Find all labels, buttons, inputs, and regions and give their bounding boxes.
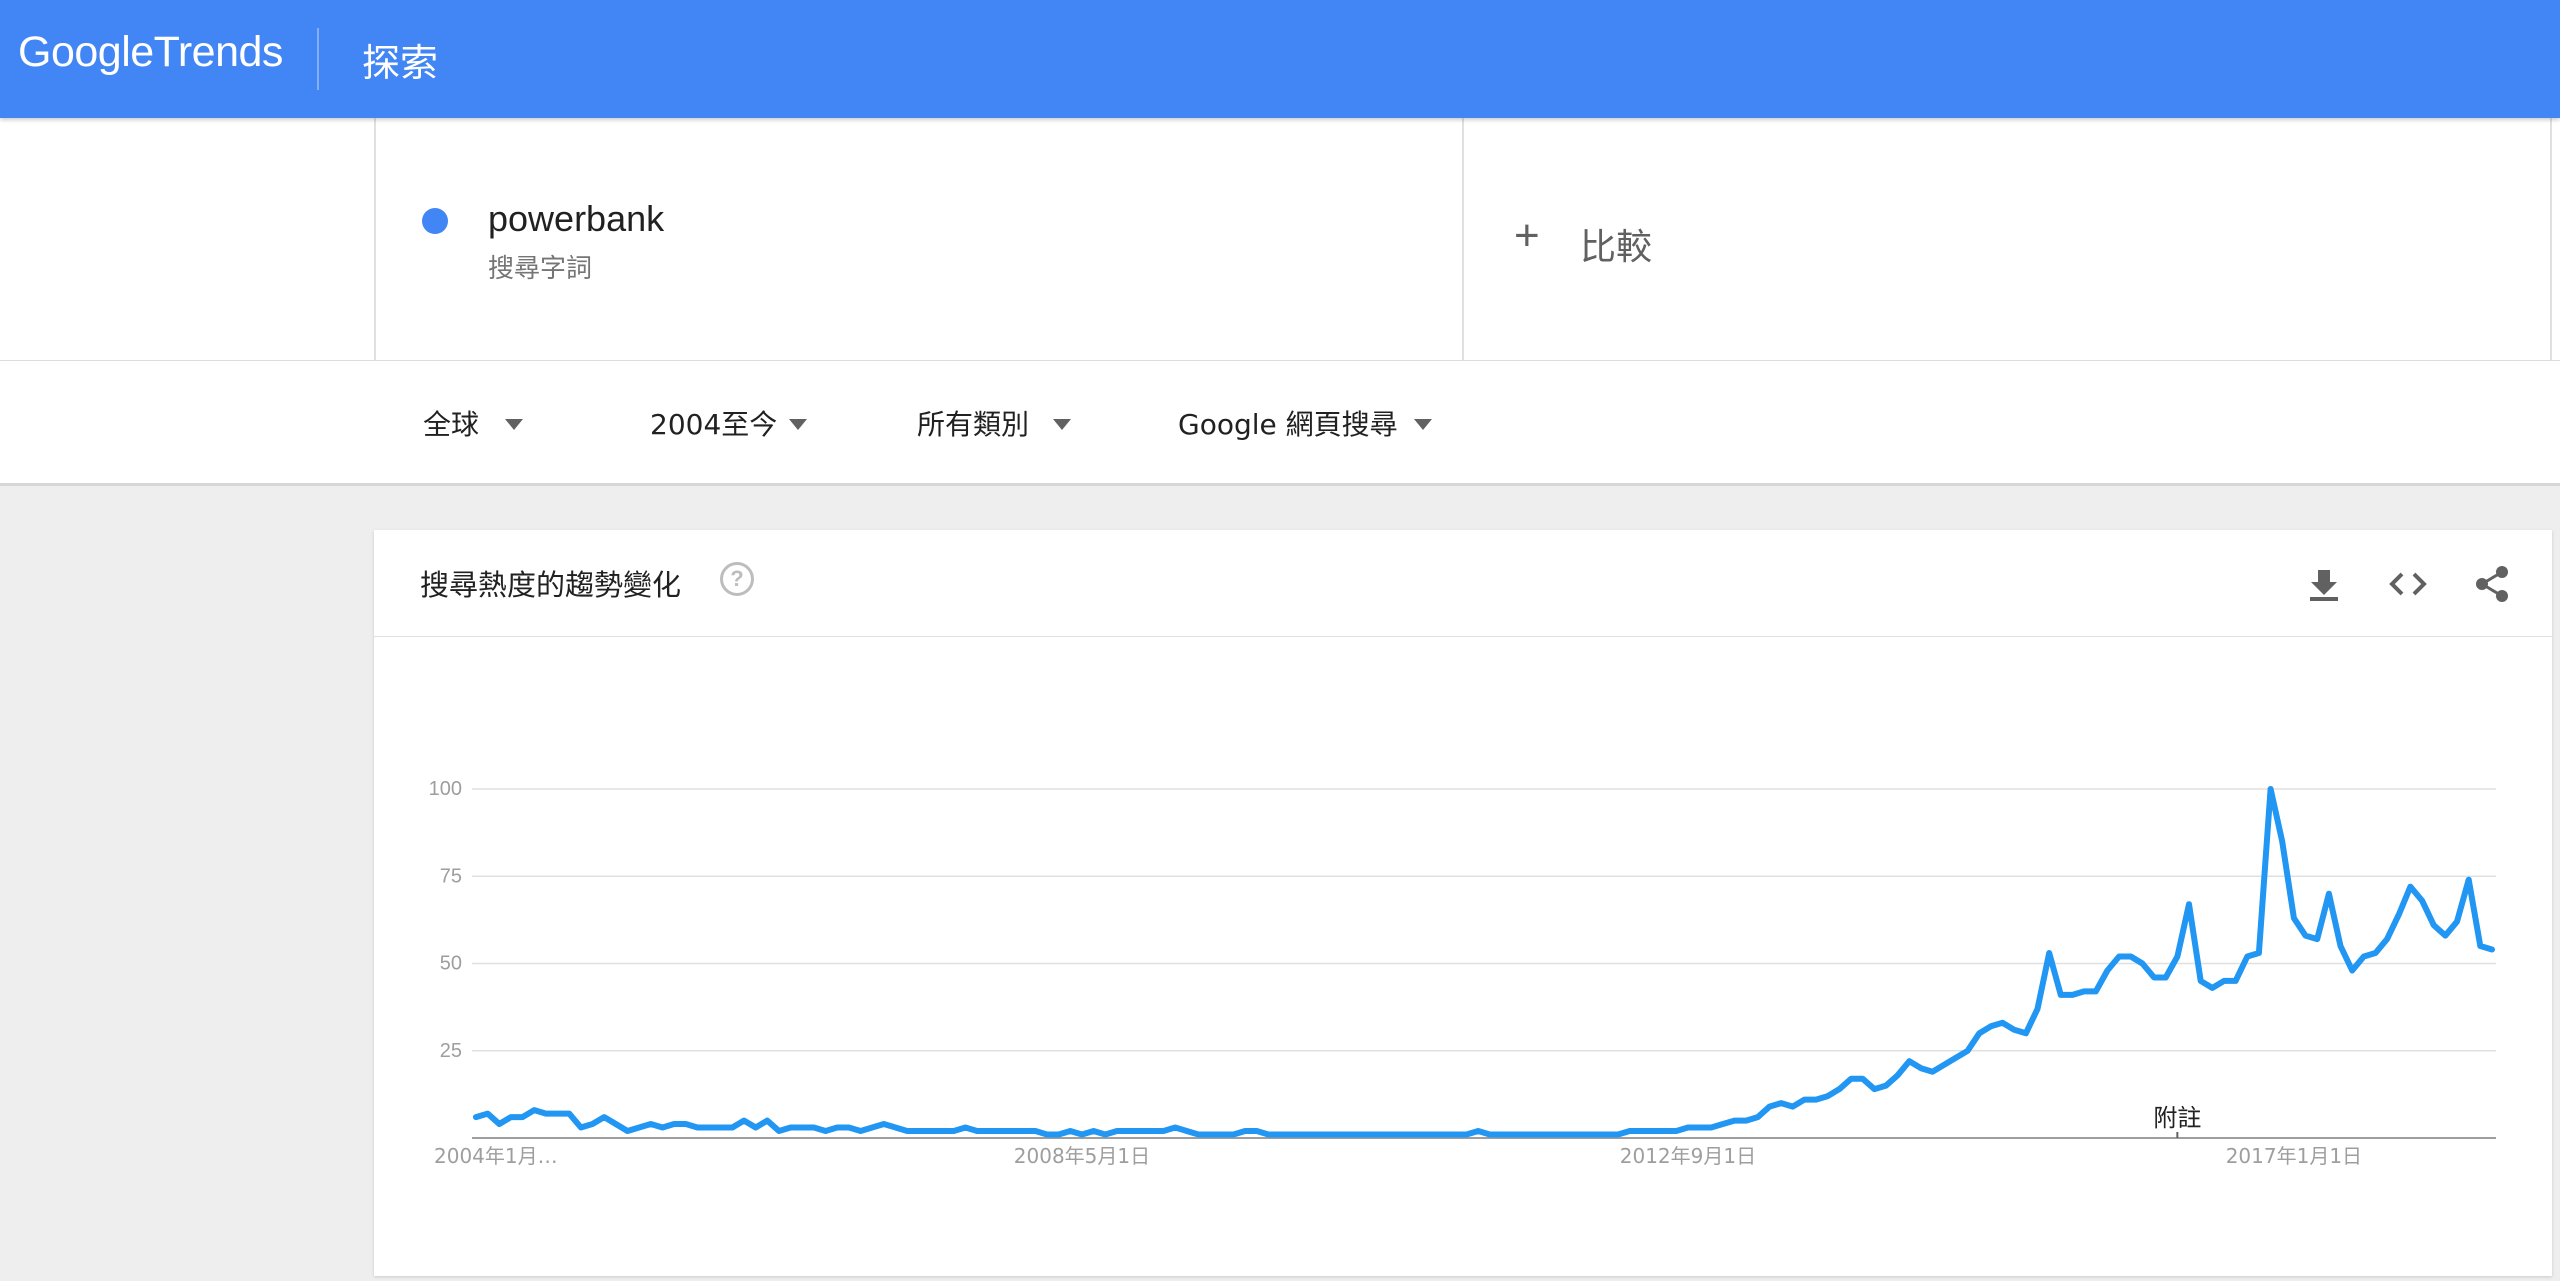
- search-term-name[interactable]: powerbank: [488, 198, 664, 240]
- caret-down-icon: [1053, 418, 1072, 430]
- embed-code-icon[interactable]: [2388, 564, 2428, 604]
- search-terms-bar: powerbank 搜尋字詞 + 比較: [0, 118, 2560, 361]
- search-type-filter-label: Google 網頁搜尋: [1178, 408, 1398, 441]
- category-filter-label: 所有類別: [917, 408, 1030, 441]
- interest-line-chart: 25 50 75 100 2004年1月… 2008年5月1日 2012年9月1日 2017年…: [429, 778, 2496, 1168]
- x-tick-label: 2008年5月1日: [1014, 1144, 1150, 1168]
- plus-icon: +: [1514, 211, 1540, 260]
- logo-trends: Trends: [153, 28, 284, 76]
- x-tick-label: 2017年1月1日: [2226, 1144, 2362, 1168]
- card-title: 搜尋熱度的趨勢變化: [420, 568, 682, 602]
- search-term-card[interactable]: powerbank 搜尋字詞: [374, 118, 1464, 360]
- annotation-label: 附註: [2153, 1104, 2201, 1132]
- search-term-type: 搜尋字詞: [488, 254, 593, 284]
- x-tick-label: 2004年1月…: [434, 1144, 558, 1168]
- card-header: 搜尋熱度的趨勢變化 ?: [374, 530, 2552, 637]
- compare-button[interactable]: + 比較: [1462, 118, 2552, 360]
- y-tick-label: 25: [440, 1040, 462, 1062]
- help-icon[interactable]: ?: [720, 562, 754, 596]
- chart-area: 25 50 75 100 2004年1月… 2008年5月1日 2012年9月1日 2017年…: [374, 636, 2552, 1276]
- logo-google: Google: [18, 28, 154, 76]
- y-tick-label: 100: [429, 778, 462, 800]
- interest-over-time-card: 搜尋熱度的趨勢變化 ? 25 50 75 100 2004年1月… 2008年5月1日 20…: [374, 530, 2552, 1276]
- caret-down-icon: [1413, 418, 1432, 430]
- caret-down-icon: [505, 418, 524, 430]
- series-line-powerbank: [473, 786, 2495, 1138]
- region-filter-label: 全球: [423, 408, 480, 441]
- region-filter[interactable]: 全球: [423, 403, 524, 443]
- category-filter[interactable]: 所有類別: [917, 403, 1072, 443]
- filter-bar: 全球 2004至今 所有類別 Google 網頁搜尋: [0, 361, 2560, 486]
- explore-title: 探索: [362, 41, 439, 85]
- compare-label: 比較: [1580, 227, 1653, 268]
- time-filter-label: 2004至今: [650, 408, 778, 441]
- download-icon[interactable]: [2304, 564, 2344, 604]
- share-icon[interactable]: [2472, 564, 2512, 604]
- header-divider: [317, 28, 319, 90]
- y-tick-label: 75: [440, 865, 462, 887]
- series-color-dot: [422, 208, 448, 234]
- app-header: GoogleTrends 探索: [0, 0, 2560, 118]
- caret-down-icon: [789, 418, 808, 430]
- x-tick-label: 2012年9月1日: [1620, 1144, 1756, 1168]
- google-trends-logo[interactable]: GoogleTrends: [18, 28, 283, 77]
- search-type-filter[interactable]: Google 網頁搜尋: [1178, 403, 1432, 443]
- time-filter[interactable]: 2004至今: [650, 403, 808, 443]
- y-tick-label: 50: [440, 953, 462, 975]
